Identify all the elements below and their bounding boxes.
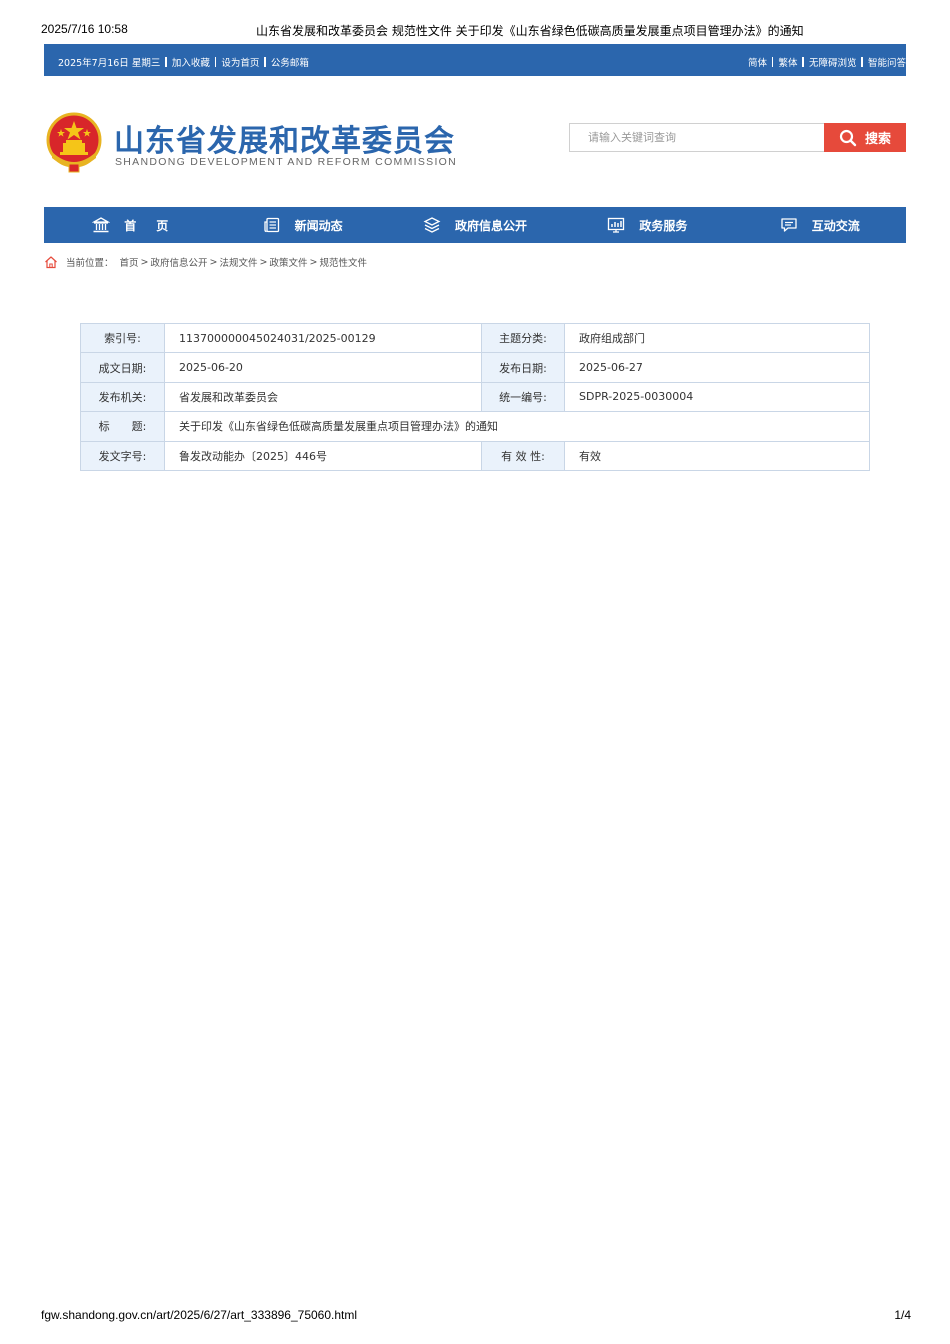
breadcrumb-prefix: 当前位置：	[66, 258, 114, 269]
doc-number-value: 鲁发改动能办〔2025〕446号	[164, 440, 482, 471]
topbar-separator	[165, 57, 167, 67]
main-nav: 首页 新闻动态 政府信息公开 政务服务 互动交流	[44, 207, 906, 243]
table-row: 成文日期: 2025-06-20 发布日期: 2025-06-27	[80, 352, 870, 383]
breadcrumb-item-gov-info[interactable]: 政府信息公开	[151, 255, 208, 269]
nav-label: 政务服务	[639, 218, 688, 233]
breadcrumb-separator: >	[209, 256, 218, 268]
nav-label: 政府信息公开	[454, 218, 527, 233]
topbar-separator	[802, 57, 804, 67]
print-url: fgw.shandong.gov.cn/art/2025/6/27/art_33…	[41, 1308, 358, 1322]
breadcrumb: 当前位置： 首页 > 政府信息公开 > 法规文件 > 政策文件 > 规范性文件	[44, 255, 367, 269]
site-title-english: SHANDONG DEVELOPMENT AND REFORM COMMISSI…	[115, 156, 458, 168]
add-favorite-link[interactable]: 加入收藏	[172, 55, 210, 69]
official-mail-link[interactable]: 公务邮箱	[271, 55, 309, 69]
index-label: 索引号:	[80, 322, 165, 354]
nav-label: 互动交流	[811, 218, 860, 233]
nav-item-home[interactable]: 首页	[44, 207, 216, 243]
print-datetime: 2025/7/16 10:58	[41, 22, 128, 36]
site-title: 山东省发展和改革委员会	[114, 124, 455, 159]
print-header: 2025/7/16 10:58 山东省发展和改革委员会 规范性文件 关于印发《山…	[41, 22, 911, 40]
index-value: 113700000045024031/2025-00129	[164, 322, 482, 354]
breadcrumb-item-policy-docs[interactable]: 政策文件	[269, 255, 307, 269]
accessibility-link[interactable]: 无障碍浏览	[809, 55, 857, 69]
simplified-chinese-link[interactable]: 简体	[748, 55, 767, 69]
breadcrumb-separator: >	[309, 256, 318, 268]
topbar-separator	[771, 57, 774, 67]
topbar-date: 2025年7月16日 星期三	[58, 58, 161, 69]
breadcrumb-item-normative-docs[interactable]: 规范性文件	[319, 255, 367, 269]
smart-qa-link[interactable]: 智能问答	[868, 55, 906, 69]
validity-value: 有效	[564, 440, 870, 471]
layers-icon	[423, 217, 441, 233]
search-icon	[839, 129, 857, 146]
unified-code-value: SDPR-2025-0030004	[564, 381, 870, 413]
doc-number-label: 发文字号:	[80, 440, 165, 471]
topbar-right: 简体 繁体 无障碍浏览 智能问答	[748, 55, 906, 69]
national-emblem-icon	[46, 112, 102, 173]
search-button-label: 搜索	[864, 132, 891, 147]
nav-item-gov-service[interactable]: 政务服务	[561, 207, 733, 243]
written-date-value: 2025-06-20	[164, 352, 482, 383]
search-input[interactable]	[569, 123, 825, 152]
publish-date-value: 2025-06-27	[564, 352, 870, 383]
table-row: 标 题: 关于印发《山东省绿色低碳高质量发展重点项目管理办法》的通知	[80, 411, 870, 442]
chart-board-icon	[608, 217, 625, 233]
table-row: 发布机关: 省发展和改革委员会 统一编号: SDPR-2025-0030004	[80, 381, 870, 413]
news-icon	[263, 217, 279, 233]
category-value: 政府组成部门	[564, 322, 870, 354]
site-logo-area[interactable]: 山东省发展和改革委员会 SHANDONG DEVELOPMENT AND REF…	[44, 110, 464, 180]
print-page-number: 1/4	[894, 1308, 911, 1322]
topbar-left: 2025年7月16日 星期三 加入收藏 设为首页 公务邮箱	[58, 55, 309, 69]
written-date-label: 成文日期:	[80, 352, 165, 383]
breadcrumb-item-regulations[interactable]: 法规文件	[219, 255, 257, 269]
top-utility-bar: 2025年7月16日 星期三 加入收藏 设为首页 公务邮箱 简体 繁体 无障碍浏…	[44, 44, 906, 76]
table-row: 发文字号: 鲁发改动能办〔2025〕446号 有 效 性: 有效	[80, 440, 870, 471]
unified-code-label: 统一编号:	[481, 381, 565, 413]
topbar-separator	[214, 57, 217, 67]
search-button[interactable]: 搜索	[824, 123, 906, 152]
issuer-label: 发布机关:	[80, 381, 165, 413]
search-box: 搜索	[569, 123, 906, 152]
nav-item-news[interactable]: 新闻动态	[216, 207, 388, 243]
breadcrumb-separator: >	[140, 256, 149, 268]
nav-label: 首页	[124, 218, 189, 233]
print-page-title: 山东省发展和改革委员会 规范性文件 关于印发《山东省绿色低碳高质量发展重点项目管…	[256, 24, 804, 38]
print-footer: fgw.shandong.gov.cn/art/2025/6/27/art_33…	[41, 1308, 911, 1324]
title-label: 标 题:	[80, 411, 165, 442]
validity-label: 有 效 性:	[481, 440, 565, 471]
category-label: 主题分类:	[481, 322, 565, 354]
nav-item-interaction[interactable]: 互动交流	[734, 207, 906, 243]
document-meta-table: 索引号: 113700000045024031/2025-00129 主题分类:…	[80, 322, 870, 471]
set-homepage-link[interactable]: 设为首页	[221, 55, 259, 69]
publish-date-label: 发布日期:	[481, 352, 565, 383]
home-icon	[45, 256, 57, 269]
breadcrumb-separator: >	[259, 256, 268, 268]
breadcrumb-item-home[interactable]: 首页	[120, 255, 139, 269]
topbar-separator	[861, 57, 863, 67]
chat-icon	[781, 218, 797, 232]
title-value: 关于印发《山东省绿色低碳高质量发展重点项目管理办法》的通知	[164, 411, 870, 442]
issuer-value: 省发展和改革委员会	[164, 381, 482, 413]
nav-label: 新闻动态	[294, 218, 343, 233]
building-icon	[92, 217, 111, 233]
table-row: 索引号: 113700000045024031/2025-00129 主题分类:…	[80, 322, 870, 354]
nav-item-gov-info[interactable]: 政府信息公开	[389, 207, 561, 243]
topbar-separator	[264, 57, 266, 67]
traditional-chinese-link[interactable]: 繁体	[778, 55, 797, 69]
